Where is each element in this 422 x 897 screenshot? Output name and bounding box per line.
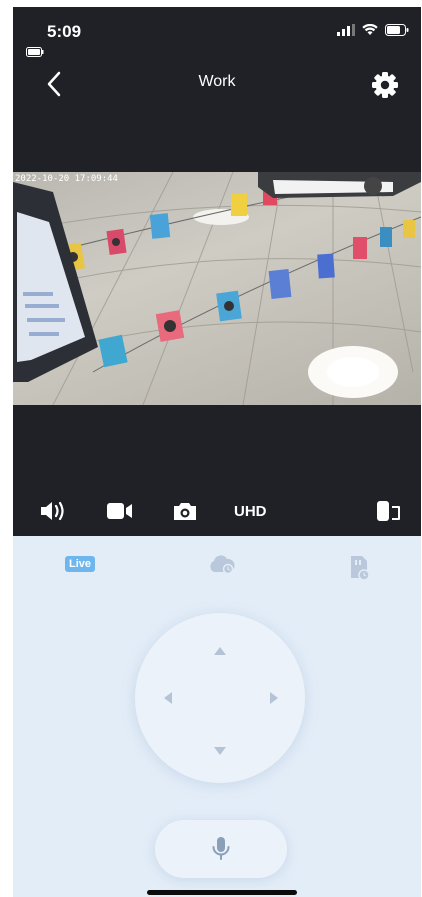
app-screen: 5:09 Work 2022-10-20 17:09:44 UHD Live	[13, 7, 421, 897]
camera-icon	[174, 503, 196, 520]
tab-sd-playback[interactable]	[347, 554, 371, 587]
snapshot-button[interactable]	[172, 497, 198, 525]
video-controls: UHD	[13, 497, 421, 527]
settings-button[interactable]	[369, 69, 401, 101]
mini-battery-icon	[26, 47, 44, 57]
pan-left-button[interactable]	[163, 691, 173, 710]
status-icons	[337, 24, 409, 36]
tab-live[interactable]: Live	[65, 554, 96, 572]
video-camera-icon	[107, 503, 132, 519]
top-dark-area: 5:09 Work 2022-10-20 17:09:44 UHD	[13, 7, 421, 536]
record-button[interactable]	[106, 497, 134, 525]
speaker-icon	[41, 501, 64, 521]
triangle-right-icon	[270, 692, 278, 704]
cloud-playback-icon	[210, 555, 235, 575]
ptz-dpad	[135, 613, 305, 783]
talk-button[interactable]	[155, 820, 287, 878]
signal-icon	[337, 24, 355, 36]
pan-up-button[interactable]	[213, 643, 227, 661]
pan-down-button[interactable]	[213, 743, 227, 761]
quality-button[interactable]: UHD	[234, 497, 267, 525]
pan-right-button[interactable]	[269, 691, 279, 710]
live-badge: Live	[65, 556, 96, 572]
camera-scene	[13, 172, 421, 405]
page-title: Work	[198, 73, 236, 90]
status-time: 5:09	[47, 22, 82, 41]
wifi-icon	[362, 24, 378, 35]
tab-cloud-playback[interactable]	[207, 554, 235, 579]
microphone-icon	[212, 837, 230, 860]
live-video-feed[interactable]: 2022-10-20 17:09:44	[13, 172, 421, 405]
triangle-up-icon	[214, 647, 226, 655]
rotate-screen-icon	[377, 501, 400, 521]
home-indicator[interactable]	[147, 890, 297, 895]
fullscreen-button[interactable]	[375, 497, 403, 525]
battery-icon	[385, 24, 409, 36]
gear-icon	[372, 72, 398, 98]
triangle-left-icon	[164, 692, 172, 704]
sd-card-playback-icon	[351, 556, 370, 581]
video-timestamp: 2022-10-20 17:09:44	[15, 174, 118, 184]
triangle-down-icon	[214, 747, 226, 755]
speaker-button[interactable]	[39, 497, 67, 525]
